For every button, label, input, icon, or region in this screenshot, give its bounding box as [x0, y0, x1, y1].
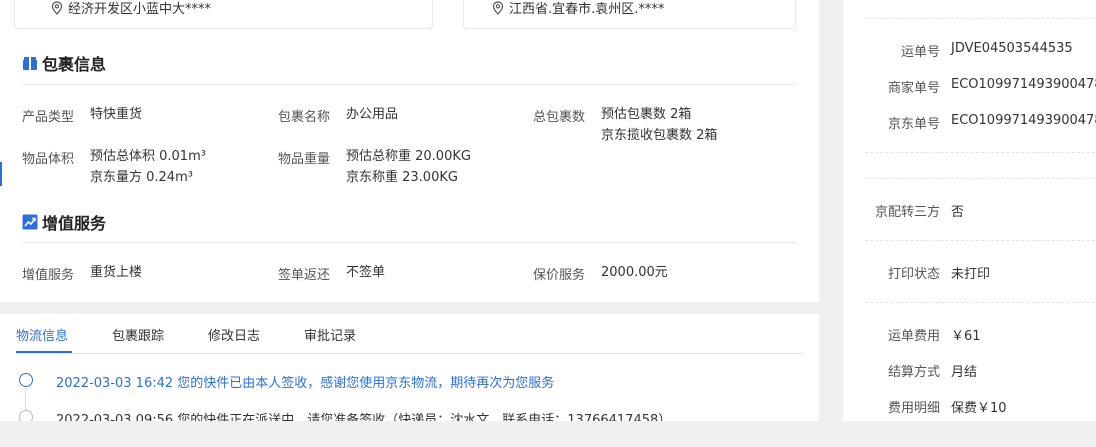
sender-address-box: 经济开发区小蓝中大****: [14, 0, 433, 29]
settlement-method-label: 结算方式: [887, 365, 940, 380]
field-label-package-name: 包裹名称: [278, 110, 331, 125]
right-summary-panel: 运单号 JDVE04503544535 商家单号 ECO109971493900…: [843, 0, 1096, 447]
location-pin-icon: [492, 0, 504, 15]
tab-divider: [16, 353, 802, 354]
field-value-estimated-count: 预估包裹数 2箱: [601, 107, 692, 122]
package-icon: [23, 57, 37, 70]
merchant-order-value: ECO1099714939004784: [951, 77, 1096, 92]
side-tab-indicator[interactable]: [0, 162, 2, 186]
print-status-label: 打印状态: [887, 267, 940, 282]
tab-package-tracking[interactable]: 包裹跟踪: [112, 325, 164, 344]
dashed-divider: [865, 152, 1096, 153]
third-party-label: 京配转三方: [874, 205, 940, 220]
value-added-title-text: 增值服务: [42, 214, 107, 233]
field-value-sign-return: 不签单: [346, 265, 386, 280]
fee-detail-label: 费用明细: [887, 401, 940, 416]
settlement-method-value: 月结: [951, 365, 978, 380]
dashed-divider: [865, 178, 1096, 179]
active-tab-underline: [16, 351, 72, 353]
package-info-title: 包裹信息: [22, 51, 106, 75]
waybill-number-label: 运单号: [900, 45, 940, 60]
field-value-estimated-weight: 预估总称重 20.00KG: [346, 149, 471, 164]
tab-modify-log[interactable]: 修改日志: [208, 325, 260, 344]
tab-approval-records[interactable]: 审批记录: [304, 325, 356, 344]
timeline-event-latest: 2022-03-03 16:42 您的快件已由本人签收，感谢您使用京东物流，期待…: [56, 376, 555, 391]
field-value-measured-weight: 京东称重 23.00KG: [346, 170, 458, 185]
field-label-value-added: 增值服务: [22, 268, 75, 283]
package-info-title-text: 包裹信息: [42, 55, 107, 74]
receiver-address-box: 江西省.宜春市.袁州区.****: [463, 0, 796, 29]
third-party-value: 否: [951, 205, 965, 220]
trend-chart-icon: [22, 214, 38, 230]
value-added-title: 增值服务: [22, 210, 106, 234]
section-divider: [22, 242, 796, 243]
waybill-fee-label: 运单费用: [887, 329, 940, 344]
field-value-insurance: 2000.00元: [601, 265, 668, 280]
waybill-number-value: JDVE04503544535: [951, 41, 1073, 56]
order-detail-card: 经济开发区小蓝中大**** 江西省.宜春市.袁州区.**** 包裹信息 产品类型…: [0, 0, 819, 302]
merchant-order-label: 商家单号: [887, 81, 940, 96]
jd-order-label: 京东单号: [887, 117, 940, 132]
field-label-sign-return: 签单返还: [278, 268, 331, 283]
dashed-divider: [865, 18, 1096, 19]
field-label-volume: 物品体积: [22, 152, 75, 167]
field-value-collected-count: 京东揽收包裹数 2箱: [601, 128, 718, 143]
field-value-package-name: 办公用品: [346, 107, 399, 122]
dashed-divider: [865, 302, 1096, 303]
dashed-divider: [865, 240, 1096, 241]
field-value-product-type: 特快重货: [90, 107, 143, 122]
section-divider: [22, 84, 796, 85]
tab-logistics-info[interactable]: 物流信息: [16, 325, 68, 344]
field-label-product-type: 产品类型: [22, 110, 75, 125]
timeline-dot-active: [19, 373, 33, 387]
field-value-value-added: 重货上楼: [90, 265, 143, 280]
location-pin-icon: [51, 0, 63, 15]
fee-detail-value: 保费￥10: [951, 401, 1007, 416]
receiver-address-text: 江西省.宜春市.袁州区.****: [509, 2, 665, 17]
field-label-insurance: 保价服务: [533, 268, 586, 283]
sender-address-text: 经济开发区小蓝中大****: [68, 2, 212, 17]
field-label-package-count: 总包裹数: [533, 110, 586, 125]
field-value-estimated-volume: 预估总体积 0.01m³: [90, 149, 206, 164]
page-footer-strip: [0, 421, 1096, 447]
field-label-weight: 物品重量: [278, 152, 331, 167]
field-value-measured-volume: 京东量方 0.24m³: [90, 170, 193, 185]
waybill-fee-value: ￥61: [951, 329, 981, 344]
print-status-value: 未打印: [951, 267, 991, 282]
jd-order-value: ECO1099714939004784: [951, 113, 1096, 128]
